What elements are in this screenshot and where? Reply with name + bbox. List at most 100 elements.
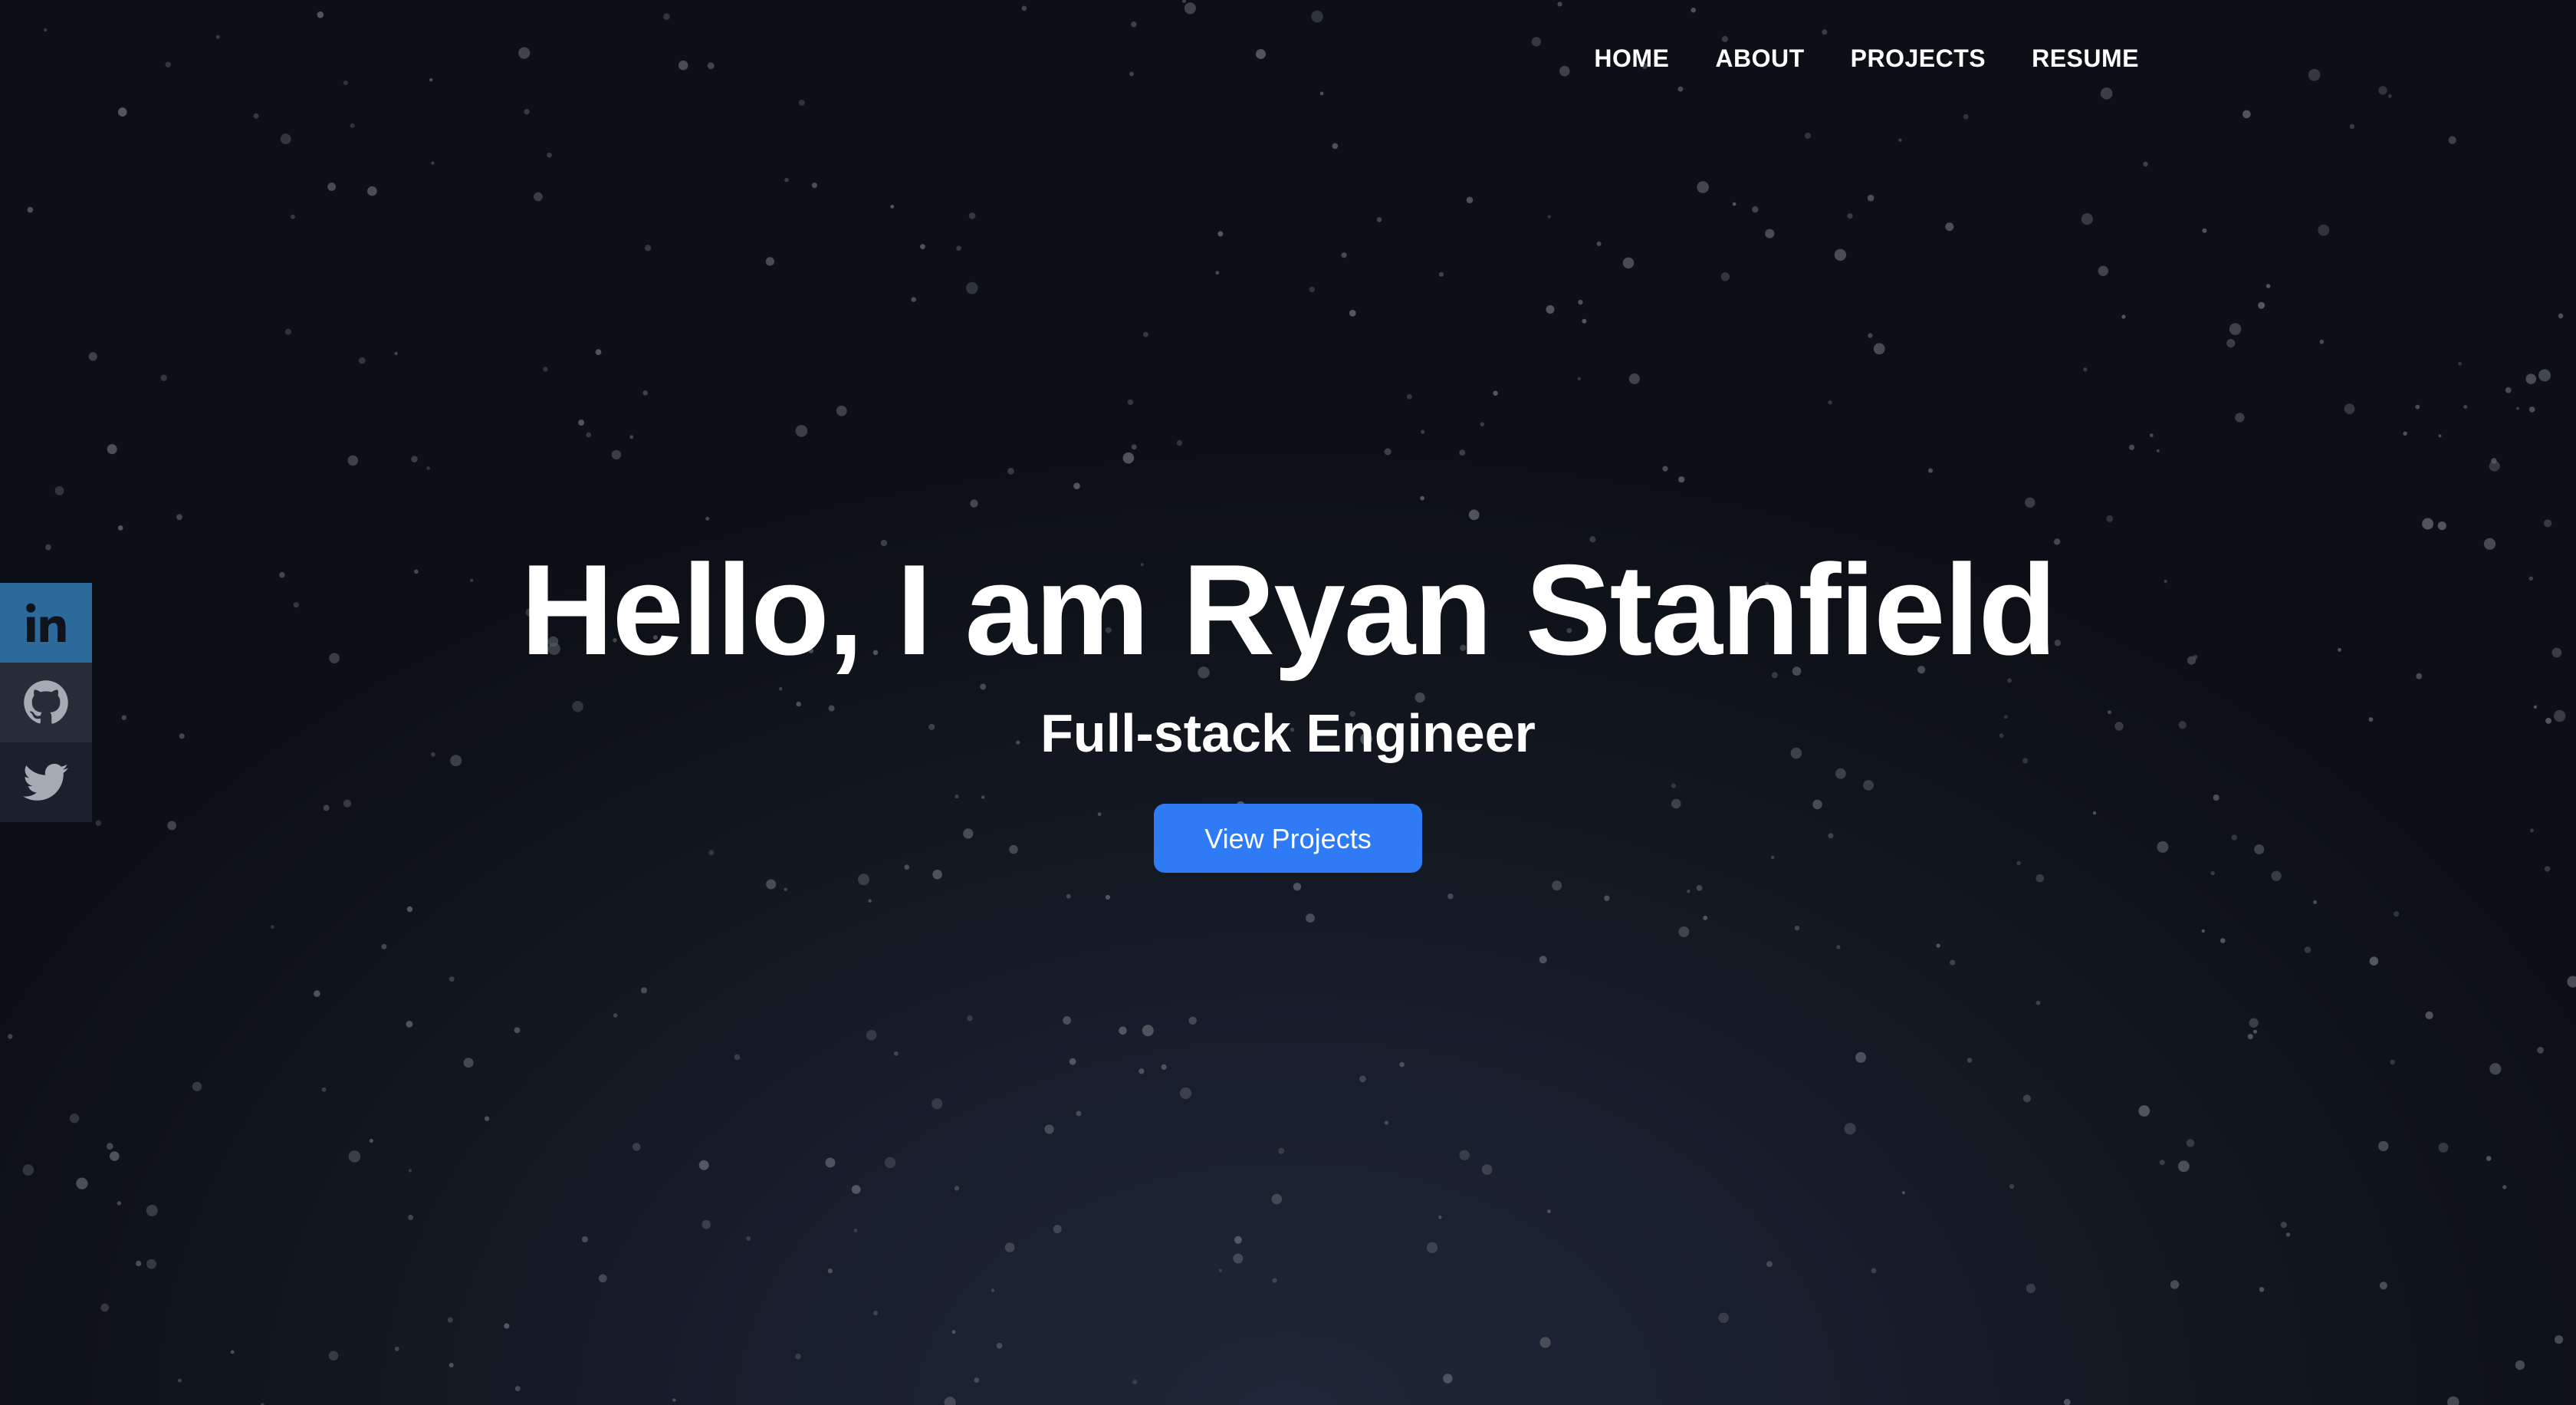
star-dot bbox=[2063, 1398, 2071, 1405]
star-dot bbox=[406, 1021, 413, 1028]
star-dot bbox=[586, 432, 591, 438]
star-dot bbox=[1546, 305, 1555, 314]
star-dot bbox=[1596, 241, 1602, 246]
star-dot bbox=[327, 183, 336, 191]
star-dot bbox=[2390, 1059, 2395, 1065]
star-dot bbox=[642, 390, 648, 396]
star-dot bbox=[2313, 900, 2317, 904]
star-dot bbox=[1718, 1312, 1730, 1324]
star-dot bbox=[100, 1303, 109, 1312]
star-dot bbox=[314, 990, 320, 997]
star-dot bbox=[284, 328, 291, 335]
star-dot bbox=[2156, 449, 2160, 452]
star-dot bbox=[2447, 1396, 2459, 1405]
nav-resume-link[interactable]: RESUME bbox=[2032, 43, 2139, 74]
star-dot bbox=[534, 192, 543, 202]
star-dot bbox=[215, 35, 220, 39]
star-dot bbox=[2438, 1142, 2449, 1153]
star-dot bbox=[514, 1027, 521, 1034]
star-dot bbox=[484, 1116, 490, 1121]
star-dot bbox=[2415, 404, 2420, 410]
star-dot bbox=[369, 1138, 373, 1143]
star-dot bbox=[2528, 406, 2535, 413]
star-dot bbox=[429, 78, 433, 82]
star-dot bbox=[1359, 1075, 1366, 1083]
star-dot bbox=[1481, 1164, 1493, 1175]
star-dot bbox=[1868, 333, 1873, 338]
star-dot bbox=[2567, 976, 2576, 988]
star-dot bbox=[595, 349, 602, 355]
star-dot bbox=[117, 107, 127, 117]
star-dot bbox=[1577, 377, 1581, 380]
star-dot bbox=[547, 153, 552, 158]
star-dot bbox=[1233, 1253, 1244, 1264]
hero-page: HOME ABOUT PROJECTS RESUME Hello, I am R… bbox=[0, 0, 2576, 1405]
star-dot bbox=[2502, 1185, 2507, 1189]
nav-home-link[interactable]: HOME bbox=[1594, 43, 1669, 74]
star-dot bbox=[411, 456, 418, 462]
star-dot bbox=[1950, 959, 1956, 966]
star-dot bbox=[598, 1274, 607, 1283]
star-dot bbox=[836, 405, 847, 416]
star-dot bbox=[1438, 1216, 1442, 1219]
star-dot bbox=[1399, 1061, 1405, 1068]
nav-about-link[interactable]: ABOUT bbox=[1715, 43, 1804, 74]
star-dot bbox=[2100, 87, 2113, 100]
star-dot bbox=[581, 1236, 588, 1242]
star-dot bbox=[640, 987, 648, 994]
star-dot bbox=[1218, 1268, 1222, 1272]
star-dot bbox=[165, 61, 171, 68]
star-dot bbox=[22, 1164, 34, 1176]
star-dot bbox=[858, 874, 869, 886]
star-dot bbox=[110, 1151, 120, 1161]
star-dot bbox=[1765, 229, 1775, 239]
star-dot bbox=[1531, 37, 1542, 47]
star-dot bbox=[1901, 1191, 1905, 1195]
star-dot bbox=[1847, 213, 1853, 219]
star-dot bbox=[1582, 318, 1587, 324]
star-dot bbox=[1732, 202, 1737, 206]
star-dot bbox=[408, 1215, 414, 1220]
star-dot bbox=[2280, 1222, 2287, 1229]
star-dot bbox=[1459, 1150, 1470, 1161]
nav-projects-link[interactable]: PROJECTS bbox=[1851, 43, 1986, 74]
star-dot bbox=[1142, 1025, 1154, 1037]
star-dot bbox=[2143, 161, 2148, 167]
star-dot bbox=[968, 212, 976, 219]
star-dot bbox=[1855, 1051, 1867, 1063]
hero-subtitle: Full-stack Engineer bbox=[1040, 703, 1536, 763]
star-dot bbox=[966, 281, 978, 294]
star-dot bbox=[1539, 1337, 1551, 1348]
star-dot bbox=[2369, 956, 2379, 966]
view-projects-button[interactable]: View Projects bbox=[1154, 804, 1422, 873]
star-dot bbox=[2229, 323, 2242, 335]
star-dot bbox=[2121, 314, 2126, 319]
star-dot bbox=[106, 1143, 113, 1150]
star-dot bbox=[2515, 1360, 2525, 1370]
star-dot bbox=[1129, 71, 1134, 77]
star-dot bbox=[1119, 1026, 1127, 1035]
star-dot bbox=[1447, 893, 1454, 900]
star-dot bbox=[1293, 883, 1302, 891]
star-dot bbox=[1421, 429, 1425, 434]
star-dot bbox=[1559, 65, 1570, 77]
star-dot bbox=[1332, 143, 1339, 150]
star-dot bbox=[2344, 403, 2355, 414]
star-dot bbox=[1073, 482, 1080, 489]
star-dot bbox=[2242, 110, 2251, 119]
star-dot bbox=[2438, 434, 2442, 438]
star-dot bbox=[2138, 1105, 2150, 1117]
star-dot bbox=[798, 100, 805, 106]
star-dot bbox=[518, 47, 531, 59]
star-dot bbox=[1721, 35, 1728, 43]
star-dot bbox=[117, 525, 123, 531]
star-dot bbox=[1873, 343, 1885, 355]
star-dot bbox=[1161, 1064, 1167, 1070]
star-dot bbox=[1697, 181, 1709, 193]
star-dot bbox=[2106, 515, 2114, 522]
star-dot bbox=[765, 257, 775, 266]
star-dot bbox=[1752, 206, 1759, 213]
star-dot bbox=[543, 367, 548, 372]
star-dot bbox=[784, 178, 789, 183]
star-dot bbox=[1547, 1209, 1551, 1213]
